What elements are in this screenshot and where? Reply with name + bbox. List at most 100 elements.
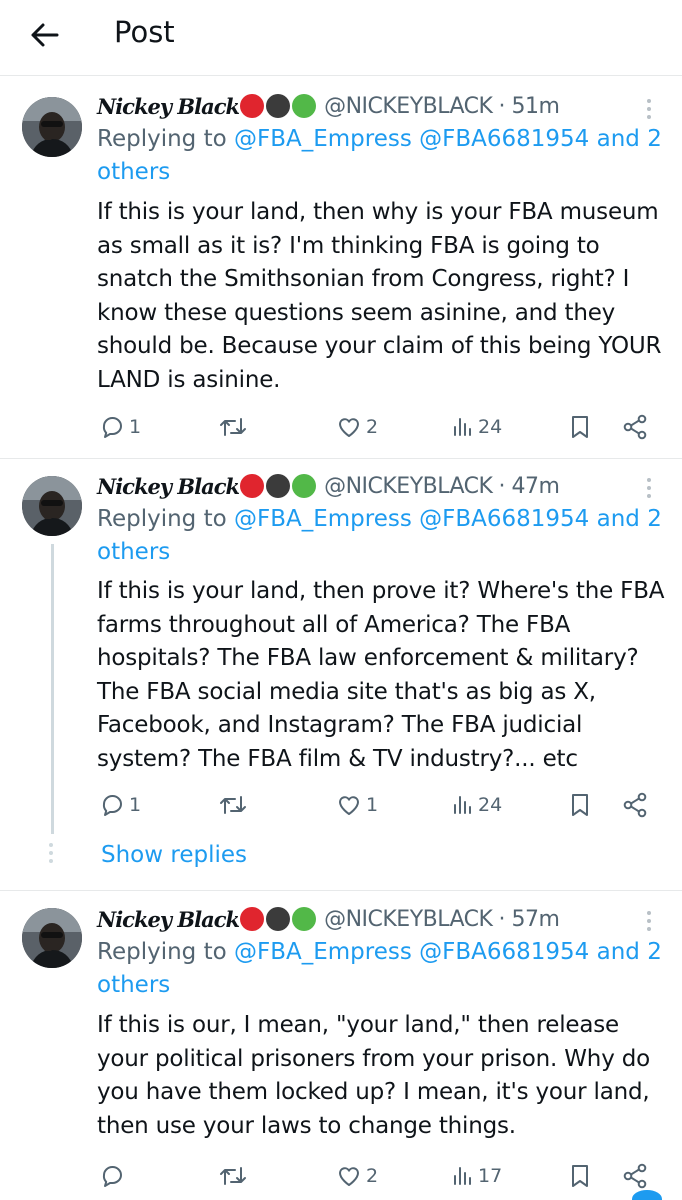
bookmark-button[interactable] xyxy=(569,785,591,825)
mention-others-link[interactable]: others xyxy=(97,539,170,565)
heart-icon xyxy=(339,1167,359,1186)
post-header: Nickey Black @NICKEYBLACK · 47m xyxy=(97,469,560,503)
status-dots xyxy=(240,94,317,118)
author-name[interactable]: Nickey Black xyxy=(97,94,240,119)
views-button[interactable]: 24 xyxy=(452,407,502,447)
reply-icon xyxy=(102,795,122,816)
separator: · xyxy=(498,93,506,119)
repost-button[interactable] xyxy=(219,407,247,447)
bookmark-icon xyxy=(572,1165,588,1187)
action-bar: 1 2 24 xyxy=(0,407,682,447)
share-icon xyxy=(623,414,647,440)
reply-icon xyxy=(102,417,122,438)
mention-others-link[interactable]: others xyxy=(97,972,170,998)
black-circle-icon xyxy=(266,94,291,118)
bookmark-icon xyxy=(572,416,588,438)
like-count: 2 xyxy=(366,416,379,438)
back-arrow-icon[interactable] xyxy=(28,18,62,52)
avatar[interactable] xyxy=(22,97,82,157)
black-circle-icon xyxy=(266,474,291,498)
page-title: Post xyxy=(114,15,175,49)
more-options-icon[interactable] xyxy=(646,478,652,498)
author-name[interactable]: Nickey Black xyxy=(97,474,240,499)
share-button[interactable] xyxy=(622,407,648,447)
author-handle[interactable]: @NICKEYBLACK xyxy=(324,474,493,499)
view-count: 17 xyxy=(478,1165,503,1187)
repost-button[interactable] xyxy=(219,1156,247,1196)
share-icon xyxy=(623,792,647,818)
like-count: 1 xyxy=(366,794,379,816)
repost-icon xyxy=(220,1167,246,1185)
mention-links[interactable]: @FBA_Empress @FBA6681954 and 2 xyxy=(234,506,662,532)
repost-icon xyxy=(220,796,246,814)
post-text: If this is your land, then prove it? Whe… xyxy=(97,578,665,772)
bookmark-button[interactable] xyxy=(569,407,591,447)
replying-to: Replying to @FBA_Empress @FBA6681954 and… xyxy=(97,123,667,189)
avatar[interactable] xyxy=(22,908,82,968)
post-text: If this is our, I mean, "your land," the… xyxy=(97,1012,650,1139)
avatar[interactable] xyxy=(22,476,82,536)
show-replies-link[interactable]: Show replies xyxy=(101,842,247,868)
author-name[interactable]: Nickey Black xyxy=(97,907,240,932)
post-header: Nickey Black @NICKEYBLACK · 51m xyxy=(97,89,560,123)
separator: · xyxy=(498,473,506,499)
replying-to: Replying to @FBA_Empress @FBA6681954 and… xyxy=(97,503,667,569)
more-options-icon[interactable] xyxy=(646,99,652,119)
author-handle[interactable]: @NICKEYBLACK xyxy=(324,94,493,119)
separator: · xyxy=(498,906,506,932)
mention-links[interactable]: @FBA_Empress @FBA6681954 and 2 xyxy=(234,126,662,152)
reply-button[interactable]: 1 xyxy=(101,785,141,825)
heart-icon xyxy=(339,418,359,437)
like-count: 2 xyxy=(366,1165,379,1187)
views-icon xyxy=(454,796,471,814)
views-button[interactable]: 17 xyxy=(452,1156,502,1196)
mention-others-link[interactable]: others xyxy=(97,159,170,185)
like-button[interactable]: 1 xyxy=(336,785,378,825)
like-button[interactable]: 2 xyxy=(336,1156,378,1196)
reply-button[interactable]: 1 xyxy=(101,407,141,447)
timestamp[interactable]: 47m xyxy=(511,474,559,499)
reply-count: 1 xyxy=(129,416,142,438)
timestamp[interactable]: 51m xyxy=(511,94,559,119)
bookmark-button[interactable] xyxy=(569,1156,591,1196)
red-circle-icon xyxy=(240,94,265,118)
post-2[interactable]: Nickey Black @NICKEYBLACK · 47m Replying… xyxy=(0,460,682,891)
share-icon xyxy=(623,1163,647,1189)
status-dots xyxy=(240,474,317,498)
green-circle-icon xyxy=(292,474,317,498)
bookmark-icon xyxy=(572,794,588,816)
post-header: Nickey Black @NICKEYBLACK · 57m xyxy=(97,902,560,936)
post-1[interactable]: Nickey Black @NICKEYBLACK · 51m Replying… xyxy=(0,77,682,459)
share-button[interactable] xyxy=(622,785,648,825)
heart-icon xyxy=(339,796,359,815)
mention-links[interactable]: @FBA_Empress @FBA6681954 and 2 xyxy=(234,939,662,965)
post-3[interactable]: Nickey Black @NICKEYBLACK · 57m Replying… xyxy=(0,892,682,1200)
like-button[interactable]: 2 xyxy=(336,407,378,447)
action-bar: 1 1 24 xyxy=(0,785,682,825)
replying-to: Replying to @FBA_Empress @FBA6681954 and… xyxy=(97,936,667,1002)
reply-button[interactable] xyxy=(101,1156,125,1196)
action-bar: 2 17 xyxy=(0,1156,682,1200)
thread-dots xyxy=(49,843,53,863)
green-circle-icon xyxy=(292,907,317,931)
views-icon xyxy=(454,418,471,436)
more-options-icon[interactable] xyxy=(646,911,652,931)
replying-to-label: Replying to xyxy=(97,126,234,152)
replying-to-label: Replying to xyxy=(97,506,234,532)
view-count: 24 xyxy=(478,416,503,438)
replying-to-label: Replying to xyxy=(97,939,234,965)
black-circle-icon xyxy=(266,907,291,931)
status-dots xyxy=(240,907,317,931)
view-count: 24 xyxy=(478,794,503,816)
reply-icon xyxy=(102,1166,122,1187)
reply-count: 1 xyxy=(129,794,142,816)
repost-icon xyxy=(220,418,246,436)
author-handle[interactable]: @NICKEYBLACK xyxy=(324,907,493,932)
post-text: If this is your land, then why is your F… xyxy=(97,199,662,393)
repost-button[interactable] xyxy=(219,785,247,825)
red-circle-icon xyxy=(240,907,265,931)
views-button[interactable]: 24 xyxy=(452,785,502,825)
timestamp[interactable]: 57m xyxy=(511,907,559,932)
views-icon xyxy=(454,1167,471,1185)
red-circle-icon xyxy=(240,474,265,498)
